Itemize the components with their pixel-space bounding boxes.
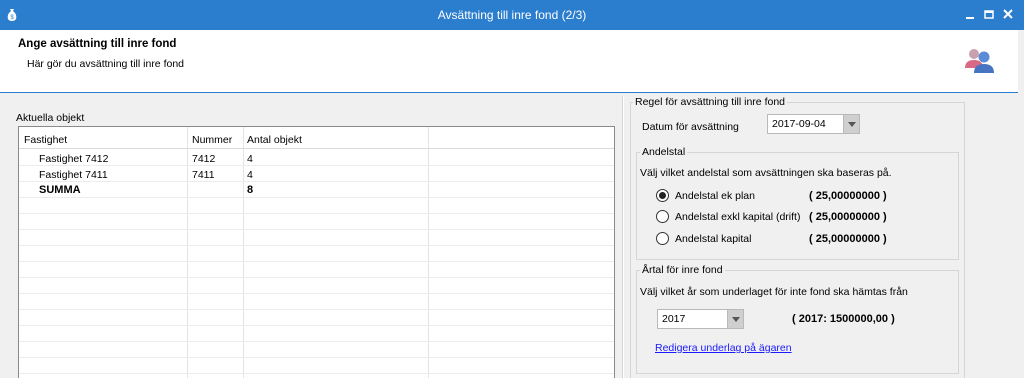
column-header-nummer[interactable]: Nummer xyxy=(192,134,232,146)
date-picker[interactable]: 2017-09-04 xyxy=(767,114,860,134)
date-value: 2017-09-04 xyxy=(772,118,826,130)
column-header-antal[interactable]: Antal objekt xyxy=(247,134,302,146)
table-row-antal[interactable]: 4 xyxy=(247,169,253,181)
grid-row-line xyxy=(19,165,614,166)
grid-row-line xyxy=(19,341,614,342)
grid-row-line xyxy=(19,245,614,246)
grid-row-line xyxy=(19,277,614,278)
page-title: Ange avsättning till inre fond xyxy=(18,38,177,50)
close-icon[interactable] xyxy=(1000,6,1016,22)
grid-row-line xyxy=(19,213,614,214)
grid-row-line xyxy=(19,261,614,262)
grid-row-line xyxy=(19,309,614,310)
objects-grid[interactable]: Fastighet Nummer Antal objekt Fastighet … xyxy=(18,126,615,378)
minimize-icon[interactable] xyxy=(962,6,978,22)
radio-andelstal-ek-plan[interactable] xyxy=(656,189,669,202)
radio-label[interactable]: Andelstal kapital xyxy=(675,233,751,245)
wizard-header: Ange avsättning till inre fond Här gör d… xyxy=(0,30,1024,92)
grid-row-line xyxy=(19,229,614,230)
andelstal-group-label: Andelstal xyxy=(640,146,688,158)
chevron-down-icon[interactable] xyxy=(843,115,859,133)
table-row-antal[interactable]: 4 xyxy=(247,153,253,165)
users-icon xyxy=(965,49,994,73)
grid-header: Fastighet Nummer Antal objekt xyxy=(19,127,614,149)
year-summary: ( 2017: 1500000,00 ) xyxy=(792,313,895,325)
grid-row-line xyxy=(19,373,614,374)
date-label: Datum för avsättning xyxy=(642,121,739,133)
andelstal-instruction: Välj vilket andelstal som avsättningen s… xyxy=(640,167,892,179)
year-select[interactable]: 2017 xyxy=(657,309,744,329)
window-edge xyxy=(1018,30,1024,378)
chevron-down-icon[interactable] xyxy=(727,310,743,328)
table-row-fastighet[interactable]: Fastighet 7411 xyxy=(39,169,108,181)
year-value: 2017 xyxy=(662,313,686,325)
grid-row-line xyxy=(19,197,614,198)
radio-andelstal-exkl-kapital[interactable] xyxy=(656,210,669,223)
artal-group-label: Årtal för inre fond xyxy=(640,264,725,276)
header-separator xyxy=(0,92,1018,93)
radio-label[interactable]: Andelstal exkl kapital (drift) xyxy=(675,211,800,223)
table-row-fastighet[interactable]: Fastighet 7412 xyxy=(39,153,108,165)
window-title: Avsättning till inre fond (2/3) xyxy=(437,8,587,22)
grid-row-line xyxy=(19,357,614,358)
radio-label[interactable]: Andelstal ek plan xyxy=(675,190,755,202)
rule-group-label: Regel för avsättning till inre fond xyxy=(633,96,787,108)
table-row-nummer[interactable]: 7411 xyxy=(192,169,215,181)
table-row-nummer[interactable]: 7412 xyxy=(192,153,215,165)
grid-row-line xyxy=(19,325,614,326)
grid-row-line xyxy=(19,293,614,294)
sum-label: SUMMA xyxy=(39,184,81,196)
sum-value: 8 xyxy=(247,184,254,196)
column-header-fastighet[interactable]: Fastighet xyxy=(24,134,67,146)
andelstal-value: ( 25,00000000 ) xyxy=(809,211,887,223)
grid-row-line xyxy=(19,181,614,182)
page-subtitle: Här gör du avsättning till inre fond xyxy=(27,58,185,70)
andelstal-value: ( 25,00000000 ) xyxy=(809,233,887,245)
title-bar: $ Avsättning till inre fond (2/3) xyxy=(0,0,1024,30)
edit-basis-link[interactable]: Redigera underlag på ägaren xyxy=(655,342,792,354)
objects-group-label: Aktuella objekt xyxy=(16,112,85,124)
maximize-icon[interactable] xyxy=(981,6,997,22)
panel-divider-highlight xyxy=(623,96,624,378)
artal-instruction: Välj vilket år som underlaget för inte f… xyxy=(640,286,908,298)
andelstal-value: ( 25,00000000 ) xyxy=(809,190,887,202)
radio-andelstal-kapital[interactable] xyxy=(656,232,669,245)
